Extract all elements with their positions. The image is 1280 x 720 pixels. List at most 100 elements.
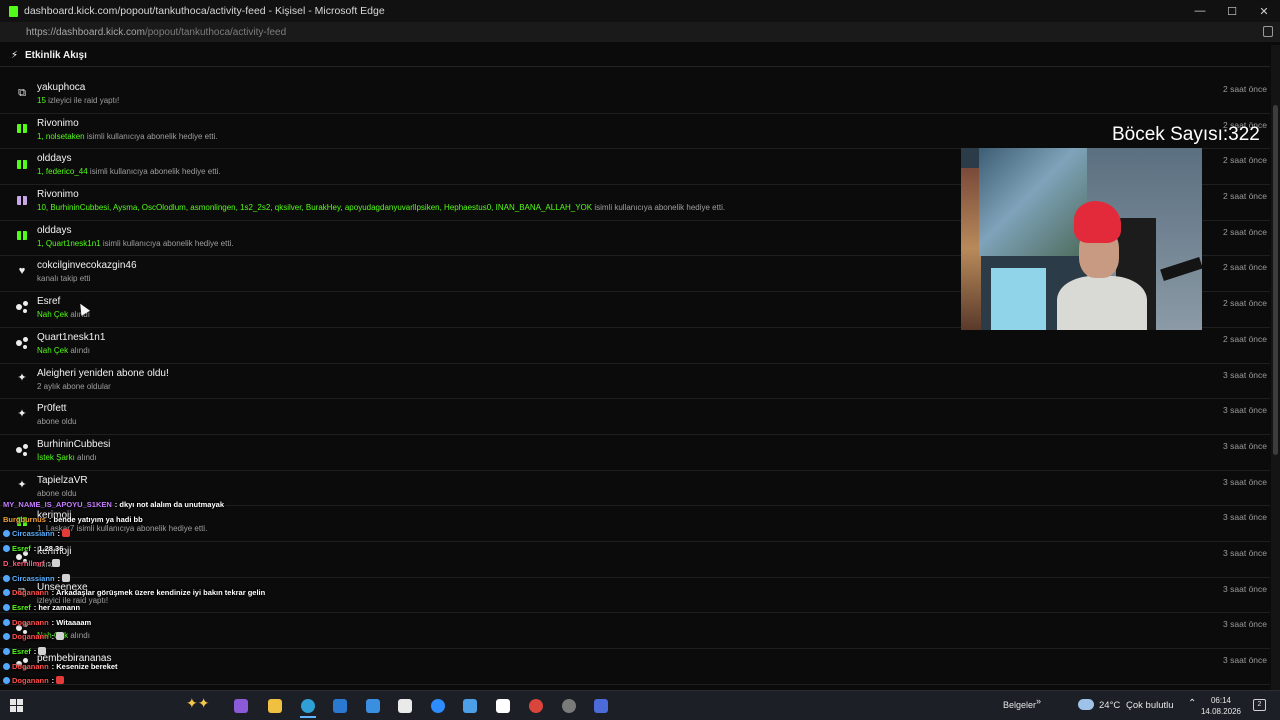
chat-text: : xyxy=(33,647,37,656)
webcam-shelf xyxy=(961,168,981,330)
scrollbar-thumb[interactable] xyxy=(1273,105,1278,455)
capcut-icon[interactable] xyxy=(496,699,510,713)
feed-username[interactable]: olddays xyxy=(37,153,71,164)
obs-icon[interactable] xyxy=(562,699,576,713)
feed-username[interactable]: Rivonimo xyxy=(37,189,79,200)
feed-username[interactable]: cokcilginvecokazgin46 xyxy=(37,260,137,271)
chat-message: Esref: xyxy=(3,647,47,659)
chat-message: MY_NAME_IS_APOYU_S1KEN: dkyı not alalım … xyxy=(3,500,224,512)
feed-description: Nah Çek alındı xyxy=(37,346,90,355)
feed-row[interactable]: ⧉ yakuphoca 15 izleyici ile raid yaptı! 2 s… xyxy=(0,78,1270,114)
visual-studio-icon[interactable] xyxy=(234,699,248,713)
chat-emote-icon xyxy=(38,647,47,655)
feed-highlight: 1, federico_44 xyxy=(37,167,88,177)
taskbar: ✦✦ Belgeler » 24°C Çok bulutlu ⌃ 06:14 1… xyxy=(0,690,1280,720)
gift-purple-icon xyxy=(16,192,28,206)
cloud-icon[interactable] xyxy=(1078,699,1094,710)
reward-icon xyxy=(16,336,28,349)
url-path: /popout/tankuthoca/activity-feed xyxy=(144,26,287,38)
notepad-icon[interactable] xyxy=(398,699,412,713)
chat-text: : Kesenize bereket xyxy=(51,661,118,671)
feed-timestamp: 3 saat önce xyxy=(1223,405,1267,416)
notification-icon[interactable]: 2 xyxy=(1253,699,1266,711)
feed-username[interactable]: Pr0fett xyxy=(37,403,66,414)
feed-username[interactable]: Quart1nesk1n1 xyxy=(37,332,105,343)
chrome-icon[interactable] xyxy=(529,699,543,713)
webcam-streamer-hair xyxy=(1074,201,1121,243)
feed-description-text: izleyici ile raid yaptı! xyxy=(45,96,120,105)
feed-description-text: isimli kullanıcıya abonelik hediye etti. xyxy=(84,131,218,141)
feed-highlight: 1, Quart1nesk1n1 xyxy=(37,238,101,248)
chat-emote-icon xyxy=(52,558,61,567)
edge-browser-icon[interactable] xyxy=(300,699,316,718)
zoom-icon[interactable] xyxy=(431,699,445,713)
weather-condition[interactable]: Çok bulutlu xyxy=(1126,700,1174,711)
feed-description: abone oldu xyxy=(37,489,77,498)
chat-message: Esref: 1.28.36 xyxy=(3,544,63,556)
feed-row[interactable]: Quart1nesk1n1 Nah Çek alındı 2 saat önce xyxy=(0,328,1270,364)
feed-description-text: isimli kullanıcıya abonelik hediye etti. xyxy=(100,238,234,248)
app-icon[interactable] xyxy=(594,699,608,713)
feed-row[interactable]: BurhininCubbesi İstek Şarkı alındı 3 saat … xyxy=(0,435,1270,471)
feed-highlight: Nah Çek xyxy=(37,310,69,320)
chat-username: MY_NAME_IS_APOYU_S1KEN xyxy=(3,500,112,509)
feed-username[interactable]: Esref xyxy=(37,296,60,307)
feed-timestamp: 3 saat önce xyxy=(1223,547,1267,558)
feed-description-text: 2 aylık abone oldular xyxy=(37,381,111,391)
mail-icon[interactable] xyxy=(333,699,347,713)
chat-badge-icon xyxy=(3,677,10,685)
window-title-bar: dashboard.kick.com/popout/tankuthoca/act… xyxy=(0,0,1280,22)
chat-username: Burgburnus xyxy=(3,514,46,524)
url-text[interactable]: https://dashboard.kick.com/popout/tankut… xyxy=(26,27,286,38)
chat-text: : Witaaaam xyxy=(51,617,92,627)
feed-timestamp: 3 saat önce xyxy=(1223,512,1267,523)
close-button[interactable]: ✕ xyxy=(1248,0,1280,22)
app-available-icon[interactable] xyxy=(1263,26,1273,37)
chat-badge-icon xyxy=(3,648,10,655)
chat-message: Doganann: Arkadaşlar görüşmek üzere kend… xyxy=(3,588,265,600)
remote-desktop-icon[interactable] xyxy=(463,699,477,713)
documents-toolbar[interactable]: Belgeler xyxy=(1003,700,1036,710)
feed-description: 1, nolsetaken isimli kullanıcıya aboneli… xyxy=(37,132,218,141)
weather-temperature[interactable]: 24°C xyxy=(1099,700,1120,711)
feed-username[interactable]: TapielzaVR xyxy=(37,475,88,486)
clock-date: 14.08.2026 xyxy=(1200,707,1242,716)
clock-time: 06:14 xyxy=(1210,696,1232,705)
feed-description: 1, Quart1nesk1n1 isimli kullanıcıya abon… xyxy=(37,239,234,248)
maximize-button[interactable]: ☐ xyxy=(1216,0,1248,22)
feed-timestamp: 2 saat önce xyxy=(1223,333,1267,344)
feed-row[interactable]: ✦ Aleigheri yeniden abone oldu! 2 aylık ab… xyxy=(0,364,1270,400)
clock[interactable]: 06:14 14.08.2026 xyxy=(1196,695,1246,717)
chat-message: Doganann: xyxy=(3,676,65,688)
sparkle-icon: ✦ xyxy=(17,372,27,384)
double-chevron-icon[interactable]: » xyxy=(1036,696,1041,706)
sparkle-icon: ✦ xyxy=(17,479,27,492)
feed-description: 15 izleyici ile raid yaptı! xyxy=(37,96,119,105)
chat-username: Circassiann xyxy=(12,529,55,539)
feed-row[interactable]: ✦ Pr0fett abone oldu 3 saat önce xyxy=(0,399,1270,435)
feed-username[interactable]: olddays xyxy=(37,225,71,236)
sparkle-decoration-icon: ✦✦ xyxy=(186,695,210,711)
chat-badge-icon xyxy=(3,530,10,538)
chat-badge-icon xyxy=(3,618,10,626)
feed-highlight: 1, nolsetaken xyxy=(37,131,85,141)
minimize-button[interactable]: — xyxy=(1184,0,1216,22)
feed-row[interactable]: Rivonimo 1, nolsetaken isimli kullanıcıya… xyxy=(0,114,1270,150)
file-explorer-icon[interactable] xyxy=(268,699,282,713)
store-icon[interactable] xyxy=(366,699,380,713)
feed-username[interactable]: Rivonimo xyxy=(37,118,79,129)
feed-username[interactable]: Aleigheri yeniden abone oldu! xyxy=(37,368,169,379)
chat-username: Esref xyxy=(12,647,31,656)
chat-badge-icon xyxy=(3,633,10,641)
feed-username[interactable]: BurhininCubbesi xyxy=(37,439,110,450)
gift-icon xyxy=(16,121,28,135)
feed-description: abone oldu xyxy=(37,417,77,426)
chat-message: Esref: her zamann xyxy=(3,603,80,615)
start-button[interactable] xyxy=(10,699,24,713)
chat-text: : her zamann xyxy=(33,602,81,612)
feed-description: kanalı takip etti xyxy=(37,274,90,283)
feed-scrollbar[interactable] xyxy=(1271,45,1280,690)
address-bar[interactable]: https://dashboard.kick.com/popout/tankut… xyxy=(0,22,1280,42)
feed-timestamp: 2 saat önce xyxy=(1223,191,1267,202)
feed-username[interactable]: yakuphoca xyxy=(37,82,85,93)
